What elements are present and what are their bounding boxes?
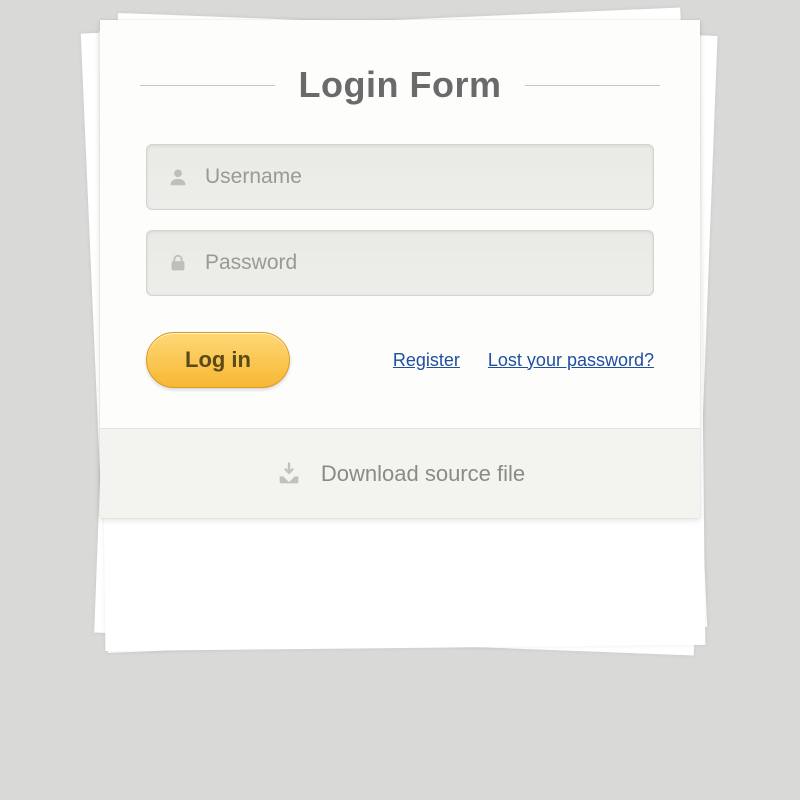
login-panel: Login Form Log in Register Lost you [100, 20, 700, 518]
download-icon [275, 460, 303, 488]
paper-stack: Login Form Log in Register Lost you [100, 20, 700, 650]
lock-icon [167, 252, 189, 274]
lost-password-link[interactable]: Lost your password? [488, 350, 654, 371]
user-icon [167, 166, 189, 188]
divider-line [140, 85, 275, 86]
username-field[interactable] [146, 144, 654, 210]
download-label: Download source file [321, 461, 525, 487]
panel-header: Login Form [100, 20, 700, 126]
panel-body: Log in Register Lost your password? [100, 126, 700, 428]
password-field[interactable] [146, 230, 654, 296]
divider-line [525, 85, 660, 86]
password-input[interactable] [205, 251, 633, 275]
username-input[interactable] [205, 165, 633, 189]
login-button[interactable]: Log in [146, 332, 290, 388]
panel-footer[interactable]: Download source file [100, 428, 700, 518]
register-link[interactable]: Register [393, 350, 460, 371]
form-title: Login Form [299, 64, 502, 106]
actions-row: Log in Register Lost your password? [146, 332, 654, 388]
